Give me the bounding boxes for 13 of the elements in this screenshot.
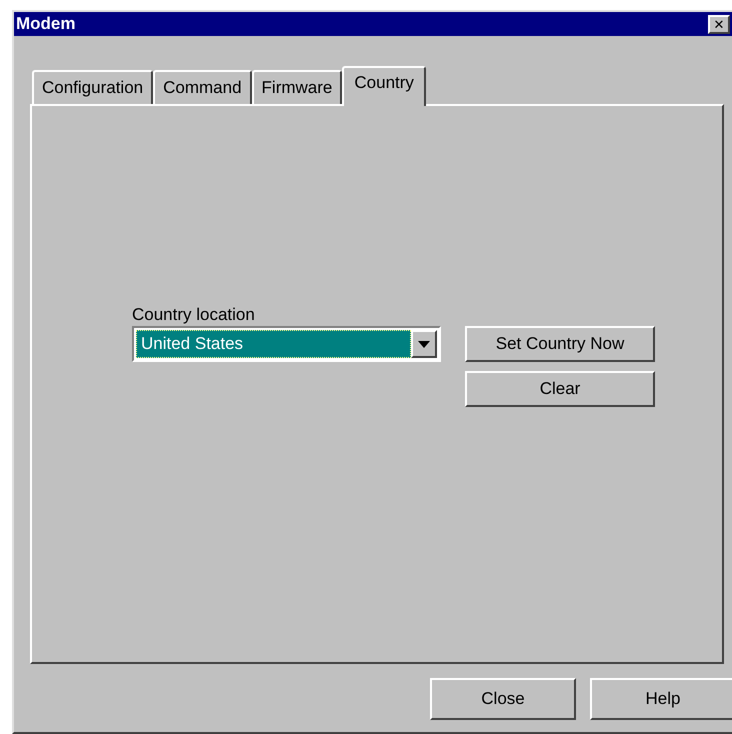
- action-button[interactable]: Clear: [465, 371, 655, 407]
- window-title: Modem: [16, 13, 76, 36]
- dialog-button[interactable]: Close: [430, 678, 576, 720]
- tab[interactable]: Country: [342, 66, 426, 106]
- selected-country: United States: [136, 330, 411, 358]
- close-button[interactable]: ✕: [708, 14, 730, 34]
- tab[interactable]: Command: [153, 70, 252, 104]
- field-label: Country location: [132, 304, 256, 326]
- tab[interactable]: Firmware: [252, 70, 342, 104]
- dialog-button[interactable]: Help: [590, 678, 732, 720]
- action-button[interactable]: Set Country Now: [465, 326, 655, 362]
- country-dropdown[interactable]: United States: [132, 326, 441, 362]
- tab[interactable]: Configuration: [32, 70, 154, 104]
